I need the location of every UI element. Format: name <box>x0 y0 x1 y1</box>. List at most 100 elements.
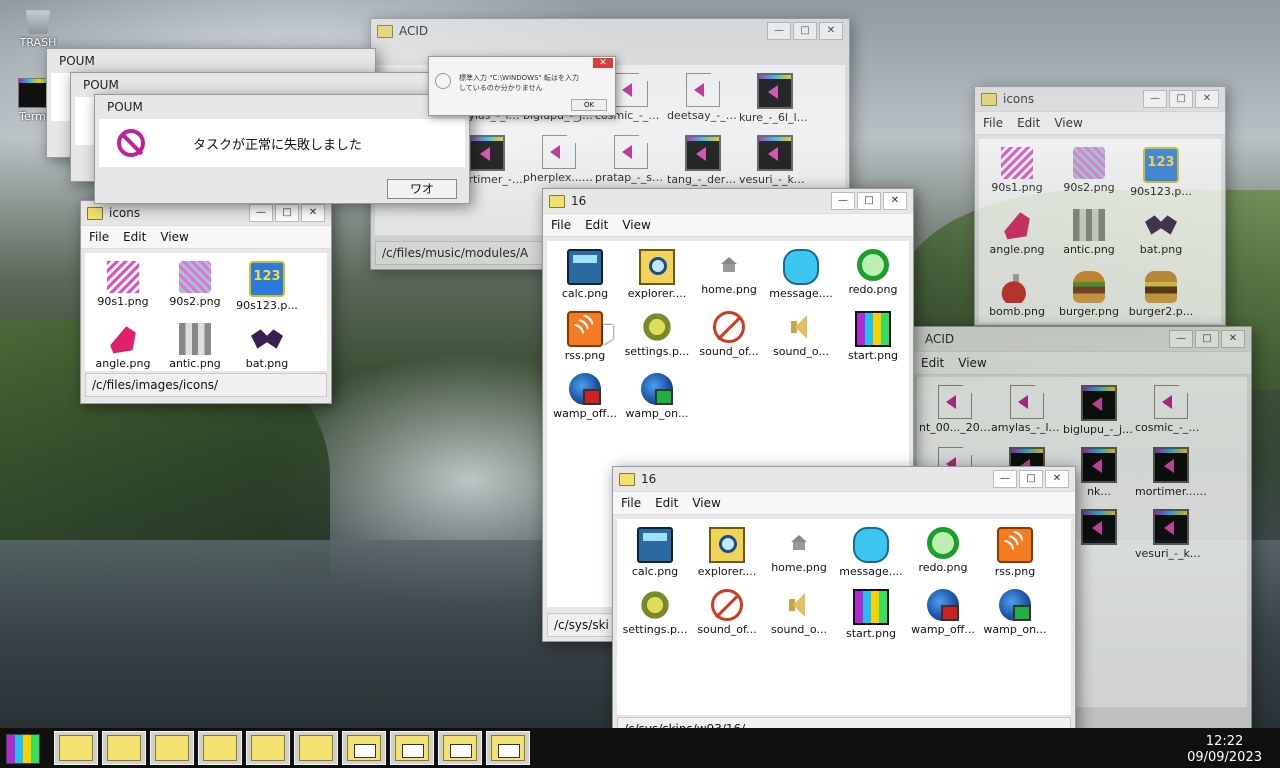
menu-view[interactable]: View <box>692 496 720 510</box>
minimize-button[interactable]: — <box>831 192 855 210</box>
file-item[interactable]: angle.png <box>981 207 1053 269</box>
file-item[interactable]: calc.png <box>549 247 621 309</box>
file-item[interactable]: biglupu_-_jack.mod <box>1063 383 1135 445</box>
file-item[interactable]: explorer.... <box>691 525 763 587</box>
maximize-button[interactable]: □ <box>793 22 817 40</box>
file-item[interactable]: bat.png <box>1125 207 1197 269</box>
file-item[interactable]: redo.png <box>837 247 909 309</box>
file-item[interactable]: message.... <box>835 525 907 587</box>
file-item[interactable]: pherplex..._noise_re... <box>523 133 595 195</box>
taskbar-button[interactable] <box>150 731 194 765</box>
window-16-front[interactable]: 16 — □ ✕ File Edit View calc.png explorer… <box>612 466 1076 740</box>
close-button[interactable]: ✕ <box>1221 330 1245 348</box>
minimize-button[interactable]: — <box>767 22 791 40</box>
file-item[interactable]: kure_-_6l_lonke... <box>739 71 811 133</box>
file-item[interactable]: calc.png <box>619 525 691 587</box>
menu-edit[interactable]: Edit <box>1017 116 1040 130</box>
file-item[interactable]: nt_00..._20960... <box>919 383 991 445</box>
taskbar-button[interactable] <box>198 731 242 765</box>
file-item[interactable]: vesuri_-_kulp.mod <box>1135 507 1207 569</box>
file-item[interactable]: pratap_-_svokons... <box>595 133 667 195</box>
menu-file[interactable]: File <box>983 116 1003 130</box>
file-item[interactable]: start.png <box>837 309 909 371</box>
file-item[interactable]: mortimer..._the_prin... <box>1135 445 1207 507</box>
file-item[interactable]: explorer.... <box>621 247 693 309</box>
icons-window-right[interactable]: icons — □ ✕ File Edit View 90s1.png 90s2.… <box>974 86 1226 326</box>
menu-edit[interactable]: Edit <box>655 496 678 510</box>
acid-titlebar[interactable]: ACID — □ ✕ <box>371 19 849 43</box>
window-16-front-titlebar[interactable]: 16 — □ ✕ <box>613 467 1075 491</box>
file-item[interactable]: antic.png <box>1053 207 1125 269</box>
file-item[interactable]: antic.png <box>159 321 231 371</box>
minimize-button[interactable]: — <box>993 470 1017 488</box>
file-item[interactable]: cosmic_-_my_hou... <box>1135 383 1207 445</box>
taskbar-button[interactable] <box>342 731 386 765</box>
minimize-button[interactable]: — <box>1143 90 1167 108</box>
file-item[interactable]: angle.png <box>87 321 159 371</box>
file-item[interactable]: 90s1.png <box>981 145 1053 207</box>
menu-view[interactable]: View <box>160 230 188 244</box>
minimize-button[interactable]: — <box>249 204 273 222</box>
taskbar-button[interactable] <box>246 731 290 765</box>
taskbar-button[interactable] <box>390 731 434 765</box>
file-item[interactable]: home.png <box>693 247 765 309</box>
menu-view[interactable]: View <box>622 218 650 232</box>
file-item[interactable]: tang_-_derivatio... <box>667 133 739 195</box>
taskbar-button[interactable] <box>294 731 338 765</box>
file-item[interactable]: redo.png <box>907 525 979 587</box>
maximize-button[interactable]: □ <box>275 204 299 222</box>
icons-right-titlebar[interactable]: icons — □ ✕ <box>975 87 1225 111</box>
file-item[interactable]: message.... <box>765 247 837 309</box>
menu-edit[interactable]: Edit <box>585 218 608 232</box>
menu-view[interactable]: View <box>958 356 986 370</box>
file-item[interactable]: settings.p... <box>619 587 691 649</box>
menu-edit[interactable]: Edit <box>123 230 146 244</box>
file-item[interactable]: 90s1.png <box>87 259 159 321</box>
close-button[interactable]: ✕ <box>1045 470 1069 488</box>
path-bar[interactable]: /c/files/images/icons/ <box>85 373 327 397</box>
file-item[interactable]: burger.png <box>1053 269 1125 323</box>
taskbar-button[interactable] <box>438 731 482 765</box>
maximize-button[interactable]: □ <box>1019 470 1043 488</box>
maximize-button[interactable]: □ <box>1195 330 1219 348</box>
file-item[interactable]: settings.p... <box>621 309 693 371</box>
popup-ok-button[interactable]: OK <box>571 99 607 111</box>
dialog-ok-button[interactable]: ワオ <box>387 179 457 199</box>
menu-file[interactable]: File <box>551 218 571 232</box>
acid-right-titlebar[interactable]: ACID — □ ✕ <box>913 327 1251 351</box>
file-item[interactable]: wamp_on... <box>621 371 693 433</box>
menu-file[interactable]: File <box>621 496 641 510</box>
file-item[interactable]: amylas_-_leak.xm <box>991 383 1063 445</box>
window-16-back-titlebar[interactable]: 16 — □ ✕ <box>543 189 913 213</box>
file-item[interactable]: deetsay_-_aidosti_f... <box>667 71 739 133</box>
file-item[interactable]: home.png <box>763 525 835 587</box>
icons-window-left[interactable]: icons — □ ✕ File Edit View 90s1.png 90s2.… <box>80 200 332 404</box>
file-item[interactable]: wamp_off... <box>549 371 621 433</box>
file-item[interactable]: sound_o... <box>763 587 835 649</box>
error-popup[interactable]: ✕ 標準入力 "C:\WINDOWS" 転はを入力 しているのか分かりません O… <box>428 56 616 116</box>
file-item[interactable]: sound_of... <box>691 587 763 649</box>
maximize-button[interactable]: □ <box>1169 90 1193 108</box>
file-item[interactable]: bat.png <box>231 321 303 371</box>
file-item[interactable]: wamp_off... <box>907 587 979 649</box>
file-item[interactable]: sound_o... <box>765 309 837 371</box>
file-item[interactable]: 123 90s123.p... <box>231 259 303 321</box>
menu-edit[interactable]: Edit <box>921 356 944 370</box>
close-button[interactable]: ✕ <box>1195 90 1219 108</box>
file-item[interactable]: 123 90s123.p... <box>1125 145 1197 207</box>
file-item[interactable]: vesuri_-_kulp.mod <box>739 133 811 195</box>
file-item[interactable]: wamp_on... <box>979 587 1051 649</box>
menu-view[interactable]: View <box>1054 116 1082 130</box>
menu-file[interactable]: File <box>89 230 109 244</box>
icons-left-titlebar[interactable]: icons — □ ✕ <box>81 201 331 225</box>
close-button[interactable]: ✕ <box>883 192 907 210</box>
file-item[interactable]: bomb.png <box>981 269 1053 323</box>
taskbar-button[interactable] <box>54 731 98 765</box>
file-item[interactable]: 90s2.png <box>159 259 231 321</box>
desktop-trash[interactable]: TRASH <box>8 6 68 49</box>
start-button[interactable] <box>6 734 40 764</box>
taskbar-button[interactable] <box>102 731 146 765</box>
close-button[interactable]: ✕ <box>301 204 325 222</box>
poum-titlebar[interactable]: POUM <box>95 95 469 119</box>
file-item[interactable]: sound_of... <box>693 309 765 371</box>
